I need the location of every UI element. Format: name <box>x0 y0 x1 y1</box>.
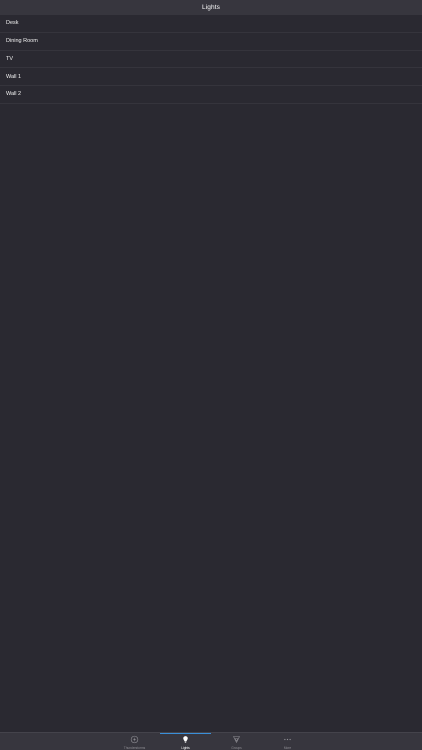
tab-thunderstorms[interactable]: Thunderstorms <box>109 733 160 750</box>
light-label: TV <box>6 55 14 62</box>
tab-label: Groups <box>231 745 242 750</box>
light-label: Wall 2 <box>6 91 22 98</box>
tab-indicator <box>160 732 211 734</box>
light-label: Desk <box>6 20 19 27</box>
navigation-bar: Lights <box>0 0 422 15</box>
tab-groups[interactable]: Groups <box>211 733 262 750</box>
light-label: Dining Room <box>6 38 38 45</box>
thunderstorm-icon <box>130 735 139 744</box>
list-item[interactable]: Desk <box>0 15 422 33</box>
groups-icon <box>233 736 240 743</box>
list-item[interactable]: Wall 2 <box>0 86 422 104</box>
lights-list: Desk Dining Room TV Wall 1 Wall 2 <box>0 15 422 104</box>
more-icon <box>284 738 291 741</box>
list-item[interactable]: Dining Room <box>0 33 422 51</box>
lightbulb-icon <box>183 736 188 743</box>
tab-bar: Thunderstorms Lights Groups More <box>0 732 422 750</box>
tab-indicator <box>109 733 160 735</box>
app-window: Lights Desk Dining Room TV Wall 1 Wall 2… <box>0 0 422 750</box>
tab-indicator <box>211 733 262 735</box>
list-item[interactable]: TV <box>0 51 422 69</box>
tab-more[interactable]: More <box>262 733 313 750</box>
tab-label: Lights <box>181 745 190 750</box>
page-title: Lights <box>202 4 220 11</box>
light-label: Wall 1 <box>6 73 22 80</box>
list-item[interactable]: Wall 1 <box>0 68 422 86</box>
tab-indicator <box>262 733 313 735</box>
tab-lights[interactable]: Lights <box>160 732 211 750</box>
tab-label: More <box>283 745 292 750</box>
tab-label: Thunderstorms <box>123 745 146 750</box>
